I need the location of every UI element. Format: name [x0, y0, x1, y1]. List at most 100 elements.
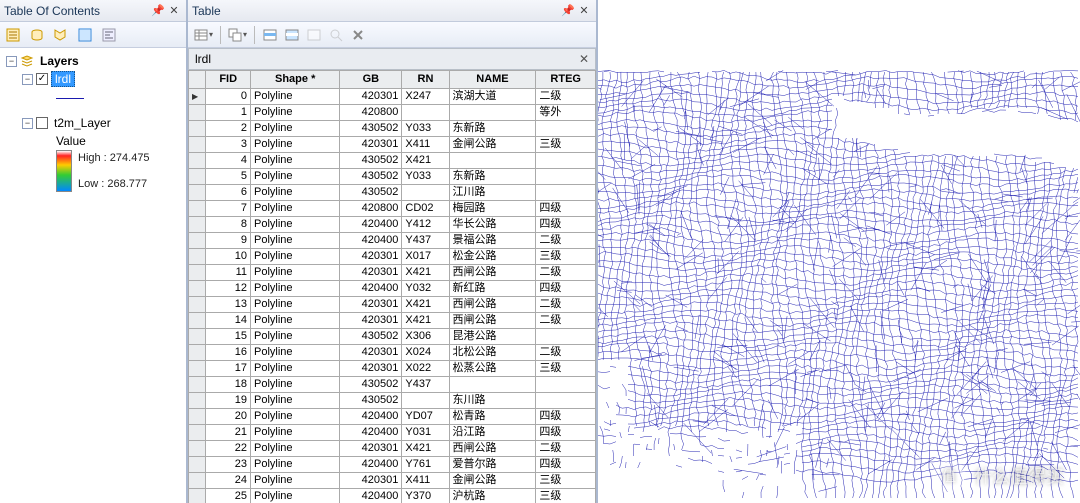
map-view[interactable] — [598, 0, 1080, 503]
list-by-drawing-icon[interactable] — [2, 24, 24, 46]
col-fid[interactable]: FID — [206, 71, 251, 89]
cell-rteg: 三级 — [536, 489, 596, 503]
list-by-selection-icon[interactable] — [74, 24, 96, 46]
cell-rn: X421 — [402, 297, 449, 313]
cell-rn: Y761 — [402, 457, 449, 473]
col-gb[interactable]: GB — [340, 71, 402, 89]
table-row[interactable]: 14Polyline420301X421西闸公路二级 — [189, 313, 596, 329]
cell-gb: 420400 — [340, 281, 402, 297]
table-row[interactable]: 4Polyline430502X421 — [189, 153, 596, 169]
table-row[interactable]: 22Polyline420301X421西闸公路二级 — [189, 441, 596, 457]
table-row[interactable]: 11Polyline420301X421西闸公路二级 — [189, 265, 596, 281]
col-rn[interactable]: RN — [402, 71, 449, 89]
list-by-source-icon[interactable] — [26, 24, 48, 46]
table-row[interactable]: 7Polyline420800CD02梅园路四级 — [189, 201, 596, 217]
cell-rn: Y437 — [402, 377, 449, 393]
table-row[interactable]: 21Polyline420400Y031沿江路四级 — [189, 425, 596, 441]
table-row[interactable]: 2Polyline430502Y033东新路 — [189, 121, 596, 137]
options-icon[interactable] — [98, 24, 120, 46]
tree-t2m-row[interactable]: − t2m_Layer — [22, 114, 180, 132]
table-row[interactable]: 17Polyline420301X022松蒸公路三级 — [189, 361, 596, 377]
col-name[interactable]: NAME — [449, 71, 536, 89]
col-rteg[interactable]: RTEG — [536, 71, 596, 89]
table-row[interactable]: 10Polyline420301X017松金公路三级 — [189, 249, 596, 265]
row-selector[interactable] — [189, 489, 206, 503]
table-row[interactable]: 8Polyline420400Y412华长公路四级 — [189, 217, 596, 233]
tree-layers-row[interactable]: − Layers — [6, 52, 180, 70]
row-selector[interactable] — [189, 409, 206, 425]
table-row[interactable]: 25Polyline420400Y370沪杭路三级 — [189, 489, 596, 503]
related-tables-icon[interactable] — [226, 24, 249, 46]
row-selector[interactable] — [189, 281, 206, 297]
row-selector[interactable] — [189, 361, 206, 377]
cell-name: 滨湖大道 — [449, 89, 536, 105]
select-by-attrs-icon[interactable] — [260, 24, 280, 46]
table-row[interactable]: 3Polyline420301X411金闸公路三级 — [189, 137, 596, 153]
table-row[interactable]: 24Polyline420301X411金闸公路三级 — [189, 473, 596, 489]
close-icon[interactable]: ✕ — [579, 52, 589, 66]
checkbox-unchecked-icon[interactable] — [36, 117, 48, 129]
row-selector[interactable] — [189, 329, 206, 345]
row-selector[interactable] — [189, 153, 206, 169]
row-selector[interactable] — [189, 425, 206, 441]
row-selector[interactable] — [189, 393, 206, 409]
row-selector[interactable] — [189, 137, 206, 153]
row-selector[interactable] — [189, 313, 206, 329]
row-selector[interactable] — [189, 345, 206, 361]
table-row[interactable]: 1Polyline420800等外 — [189, 105, 596, 121]
table-row[interactable]: 23Polyline420400Y761爱普尔路四级 — [189, 457, 596, 473]
cell-name: 江川路 — [449, 185, 536, 201]
row-selector[interactable] — [189, 121, 206, 137]
table-row[interactable]: 15Polyline430502X306昆港公路 — [189, 329, 596, 345]
table-row[interactable]: 0Polyline420301X247滨湖大道二级 — [189, 89, 596, 105]
table-row[interactable]: 13Polyline420301X421西闸公路二级 — [189, 297, 596, 313]
row-selector[interactable] — [189, 201, 206, 217]
row-selector[interactable] — [189, 249, 206, 265]
col-shape[interactable]: Shape * — [251, 71, 340, 89]
tree-lrdl-row[interactable]: − lrdl — [22, 70, 180, 88]
row-selector-header[interactable] — [189, 71, 206, 89]
expand-icon[interactable]: − — [22, 118, 33, 129]
row-selector[interactable] — [189, 233, 206, 249]
table-row[interactable]: 5Polyline430502Y033东新路 — [189, 169, 596, 185]
table-row[interactable]: 6Polyline430502江川路 — [189, 185, 596, 201]
attribute-grid[interactable]: FID Shape * GB RN NAME RTEG 0Polyline420… — [188, 70, 596, 503]
row-selector[interactable] — [189, 473, 206, 489]
table-row[interactable]: 12Polyline420400Y032新红路四级 — [189, 281, 596, 297]
list-by-visibility-icon[interactable] — [50, 24, 72, 46]
row-selector[interactable] — [189, 185, 206, 201]
table-row[interactable]: 20Polyline420400YD07松青路四级 — [189, 409, 596, 425]
cell-gb: 420400 — [340, 233, 402, 249]
switch-selection-icon[interactable] — [282, 24, 302, 46]
expand-icon[interactable]: − — [6, 56, 17, 67]
cell-rn: CD02 — [402, 201, 449, 217]
expand-icon[interactable]: − — [22, 74, 33, 85]
table-row[interactable]: 9Polyline420400Y437景福公路二级 — [189, 233, 596, 249]
watermark: 值 什么值得买 — [932, 459, 1064, 493]
row-selector[interactable] — [189, 297, 206, 313]
table-row[interactable]: 18Polyline430502Y437 — [189, 377, 596, 393]
row-selector[interactable] — [189, 377, 206, 393]
pin-icon[interactable]: 📌 — [560, 3, 576, 19]
close-icon[interactable]: ✕ — [166, 3, 182, 19]
row-selector[interactable] — [189, 265, 206, 281]
layer-tab[interactable]: lrdl ✕ — [188, 48, 596, 70]
zoom-selected-icon[interactable] — [326, 24, 346, 46]
table-options-icon[interactable] — [192, 24, 215, 46]
cell-fid: 12 — [206, 281, 251, 297]
close-icon[interactable]: ✕ — [576, 3, 592, 19]
row-selector[interactable] — [189, 169, 206, 185]
row-selector[interactable] — [189, 457, 206, 473]
row-selector[interactable] — [189, 441, 206, 457]
row-selector[interactable] — [189, 217, 206, 233]
row-selector[interactable] — [189, 89, 206, 105]
row-selector[interactable] — [189, 105, 206, 121]
pin-icon[interactable]: 📌 — [150, 3, 166, 19]
checkbox-checked-icon[interactable] — [36, 73, 48, 85]
clear-selection-icon[interactable] — [304, 24, 324, 46]
cell-rteg — [536, 329, 596, 345]
toc-panel: Table Of Contents 📌 ✕ − Layers − lrdl − … — [0, 0, 188, 503]
table-row[interactable]: 19Polyline430502东川路 — [189, 393, 596, 409]
table-row[interactable]: 16Polyline420301X024北松公路二级 — [189, 345, 596, 361]
delete-selected-icon[interactable] — [348, 24, 368, 46]
